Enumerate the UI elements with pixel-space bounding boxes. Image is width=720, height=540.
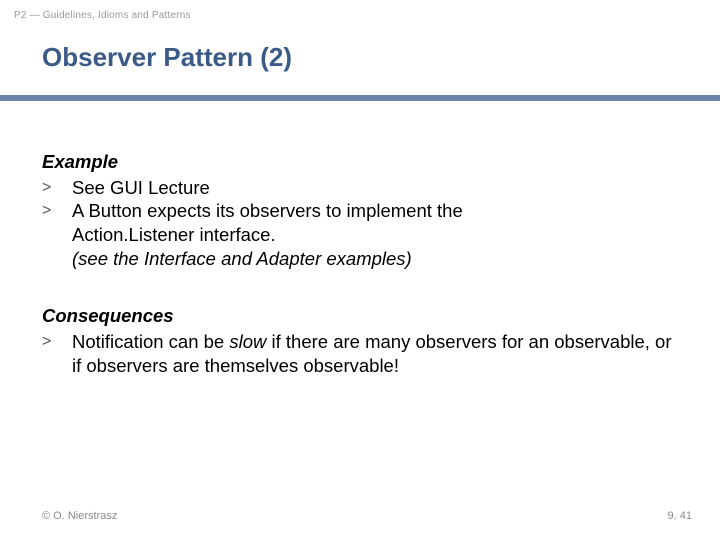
bullet-line: A Button expects its observers to implem…: [72, 200, 463, 221]
spacer: [42, 270, 678, 304]
consequences-heading: Consequences: [42, 304, 678, 328]
bullet-text: See GUI Lecture: [72, 176, 678, 200]
example-heading: Example: [42, 150, 678, 174]
title-underline: [0, 95, 720, 101]
bullet-note: (see the Interface and Adapter examples): [72, 248, 412, 269]
footer-page-number: 9. 41: [668, 510, 692, 522]
slide-title: Observer Pattern (2): [42, 42, 292, 73]
bullet-continuation: interface.: [194, 224, 275, 245]
code-term: Action.Listener: [72, 224, 194, 245]
bullet-marker: >: [42, 330, 72, 352]
bullet-marker: >: [42, 199, 72, 221]
bullet-fragment: Notification can be: [72, 331, 229, 352]
slide-body: Example > See GUI Lecture > A Button exp…: [42, 150, 678, 377]
bullet-text: Notification can be slow if there are ma…: [72, 330, 678, 377]
header-section-label: P2 — Guidelines, Idioms and Patterns: [14, 10, 191, 21]
bullet-marker: >: [42, 176, 72, 198]
bullet-line: Action.Listener interface.: [72, 224, 276, 245]
bullet-item: > See GUI Lecture: [42, 176, 678, 200]
bullet-text: A Button expects its observers to implem…: [72, 199, 678, 270]
emphasis-slow: slow: [229, 331, 266, 352]
footer-copyright: © O. Nierstrasz: [42, 510, 117, 522]
bullet-item: > A Button expects its observers to impl…: [42, 199, 678, 270]
bullet-item: > Notification can be slow if there are …: [42, 330, 678, 377]
